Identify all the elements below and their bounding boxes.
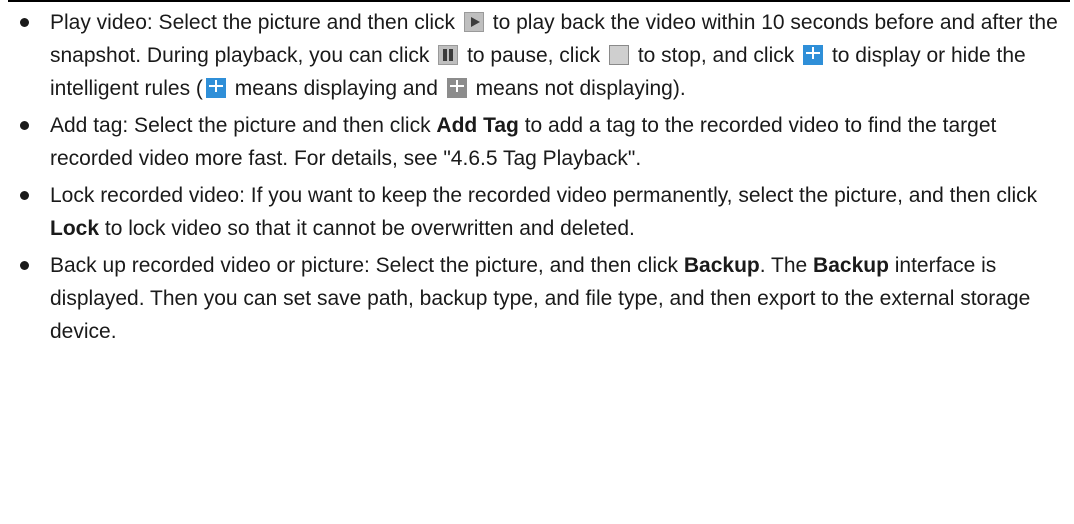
ui-label-backup: Backup [813, 254, 889, 277]
ui-label-add-tag: Add Tag [436, 114, 519, 137]
intelligent-rules-off-icon [446, 78, 467, 98]
text: Back up recorded video or picture: Selec… [50, 254, 679, 277]
top-rule [8, 0, 1070, 2]
list-item-play-video: Play video: Select the picture and then … [0, 6, 1074, 105]
ui-label-lock: Lock [50, 217, 100, 240]
text: means displaying and [234, 77, 438, 100]
intelligent-rules-on-icon [803, 45, 824, 65]
ui-label-backup: Backup [683, 254, 760, 277]
text: Add tag: Select the picture and then cli… [50, 114, 431, 137]
list-item-backup: Back up recorded video or picture: Selec… [0, 249, 1074, 348]
stop-icon [608, 45, 629, 65]
text: to stop, and click [637, 44, 795, 67]
text: means not displaying). [475, 77, 686, 100]
bullet-list: Play video: Select the picture and then … [0, 6, 1074, 352]
list-item-lock-video: Lock recorded video: If you want to keep… [0, 179, 1074, 245]
play-icon [463, 12, 484, 32]
list-item-add-tag: Add tag: Select the picture and then cli… [0, 109, 1074, 175]
text: Lock recorded video: If you want to keep… [50, 184, 1038, 207]
intelligent-rules-on-icon [205, 78, 226, 98]
text: to lock video so that it cannot be overw… [104, 217, 635, 240]
pause-icon [438, 45, 459, 65]
text: . The [759, 254, 808, 277]
text: Play video: Select the picture and then … [50, 11, 456, 34]
text: to pause, click [467, 44, 601, 67]
